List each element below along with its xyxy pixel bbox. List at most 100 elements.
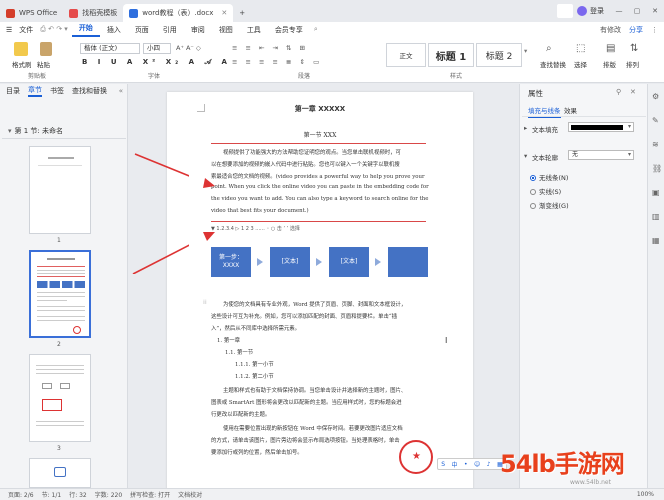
radio-label: 无线条(N): [539, 174, 569, 182]
find-icon[interactable]: ⌕: [546, 43, 552, 54]
radio-dot[interactable]: [530, 189, 536, 195]
menu-view[interactable]: 视图: [212, 25, 240, 35]
select-button[interactable]: 选择: [574, 59, 587, 69]
document-area[interactable]: 第一章 XXXXX 第一节 XXX 视频提供了功能强大的方法帮助您证明您的观点。…: [129, 84, 519, 488]
menu-file[interactable]: 文件: [12, 25, 40, 35]
quick-tools-icon[interactable]: ⎙ ↶ ↷ ▾: [40, 25, 68, 34]
menu-insert[interactable]: 插入: [100, 25, 128, 35]
expand-outline-icon[interactable]: ▾: [524, 152, 527, 160]
menu-home[interactable]: 开始: [71, 22, 100, 37]
tab-effects[interactable]: 效果: [564, 105, 577, 115]
page-thumbnail-3[interactable]: [29, 354, 91, 442]
flow-box-empty[interactable]: [388, 247, 428, 277]
annotation-arrow-heads: [203, 178, 215, 241]
list-buttons[interactable]: ≡ ≡ ⇤ ⇥ ⇅ ⊞: [232, 44, 308, 52]
add-tab-button[interactable]: +: [233, 4, 251, 22]
tab-find-replace[interactable]: 查找和替换: [72, 86, 107, 96]
flowchart[interactable]: 第一步： XXXX [文本] [文本]: [211, 247, 428, 277]
close-window-icon[interactable]: ✕: [646, 7, 664, 15]
page-thumbnail-2[interactable]: [29, 250, 91, 338]
para3-line: 主题和样式也有助于文档保持协调。当您单击设计并选择新的主题时，图片、: [223, 388, 407, 394]
find-replace-button[interactable]: 查找替换: [540, 59, 566, 69]
style-normal[interactable]: 正文: [386, 43, 426, 67]
text-outline-select[interactable]: 无 ▾: [568, 150, 634, 160]
radio-solid-line[interactable]: 实线(S): [530, 186, 561, 196]
login-button[interactable]: 登录: [577, 6, 604, 16]
layout-button[interactable]: 排版: [603, 59, 616, 69]
adjust-icon[interactable]: ≋: [652, 140, 659, 149]
format-painter-button[interactable]: 格式刷: [12, 59, 32, 69]
page-thumbnail-4[interactable]: [29, 458, 91, 488]
radio-gradient-line[interactable]: 渐变线(G): [530, 200, 569, 210]
properties-icon[interactable]: ⚙: [652, 92, 659, 101]
spell-check-toggle[interactable]: 拼写检查: 打开: [130, 490, 170, 499]
link-icon[interactable]: ⛓: [652, 164, 662, 173]
menu-review[interactable]: 审阅: [184, 25, 212, 35]
style-icon[interactable]: ✎: [652, 116, 659, 125]
menu-page[interactable]: 页面: [128, 25, 156, 35]
font-size-adjust-icon[interactable]: A⁺ A⁻ ◇: [176, 44, 201, 52]
tab-templates[interactable]: 找稻壳模板: [63, 4, 123, 22]
select-icon[interactable]: ⬚: [576, 43, 585, 54]
red-line-bottom: [211, 221, 426, 222]
share-button[interactable]: 分享: [629, 25, 643, 35]
paragraph-group-label: 段落: [298, 73, 311, 80]
ime-toolbar[interactable]: S 中 • ☺ ♪ ▦: [437, 458, 507, 470]
layout-tool-icon[interactable]: ▤: [606, 43, 615, 54]
sort-button[interactable]: 排列: [626, 59, 639, 69]
font-name-select[interactable]: 楷体 (正文): [80, 43, 140, 54]
format-painter-icon[interactable]: [14, 42, 28, 56]
zoom-level[interactable]: 100%: [637, 491, 654, 498]
menu-tools[interactable]: 工具: [240, 25, 268, 35]
chart-icon[interactable]: ▥: [652, 212, 660, 221]
tab-sections[interactable]: 章节: [28, 85, 42, 97]
page-indicator[interactable]: 页面: 2/6: [8, 490, 34, 499]
flow-box-text2[interactable]: [文本]: [329, 247, 369, 277]
tab-wps-office[interactable]: WPS Office: [0, 4, 63, 22]
more-icon[interactable]: ⋮: [651, 26, 658, 34]
align-buttons[interactable]: ≡ ≡ ≡ ≡ ≣ ⇕ ▭: [232, 58, 322, 66]
close-panel-icon[interactable]: ✕: [630, 88, 636, 96]
grid-icon[interactable]: ▦: [652, 236, 660, 245]
search-icon[interactable]: ⌕: [314, 25, 318, 34]
ime-logo-icon[interactable]: S: [441, 461, 445, 468]
word-count[interactable]: 字数: 220: [95, 490, 122, 499]
maximize-icon[interactable]: ▢: [628, 7, 646, 15]
tab-bookmarks[interactable]: 书签: [50, 86, 64, 96]
minimize-icon[interactable]: —: [610, 7, 628, 15]
flow-box-text1[interactable]: [文本]: [270, 247, 310, 277]
style-heading-1[interactable]: 标题 1: [428, 43, 474, 67]
text-fill-select[interactable]: ▾: [568, 122, 634, 132]
expand-fill-icon[interactable]: ▸: [524, 124, 527, 132]
section-item[interactable]: ▾ 第 1 节: 未命名: [8, 126, 63, 136]
drag-handle-icon[interactable]: ⁞⁞: [203, 299, 207, 306]
ime-punct-icon[interactable]: •: [464, 461, 468, 468]
image-icon[interactable]: ▣: [652, 188, 660, 197]
paste-icon[interactable]: [40, 42, 52, 56]
layout-icon[interactable]: [557, 4, 573, 18]
radio-no-line[interactable]: 无线条(N): [530, 172, 568, 182]
ime-emoji-icon[interactable]: ☺: [474, 461, 480, 468]
watermark-text: 54lb手游网: [500, 450, 625, 478]
close-tab-icon[interactable]: ✕: [221, 9, 227, 17]
ime-mode-icon[interactable]: 中: [452, 460, 458, 469]
radio-dot[interactable]: [530, 175, 536, 181]
styles-more-icon[interactable]: ▾: [524, 47, 527, 55]
doc-proofread[interactable]: 文档校对: [178, 490, 202, 499]
collapse-panel-icon[interactable]: «: [119, 87, 123, 95]
pin-icon[interactable]: ⚲: [616, 88, 621, 96]
style-heading-2[interactable]: 标题 2: [476, 43, 522, 67]
radio-dot[interactable]: [530, 203, 536, 209]
tab-toc[interactable]: 目录: [6, 86, 20, 96]
page-thumbnail-1[interactable]: [29, 146, 91, 234]
radio-label: 实线(S): [539, 188, 562, 196]
paste-button[interactable]: 粘贴: [37, 59, 50, 69]
menu-member[interactable]: 会员专享: [268, 25, 310, 35]
ime-mic-icon[interactable]: ♪: [487, 461, 491, 468]
menu-references[interactable]: 引用: [156, 25, 184, 35]
para2-line: 为使您的文档具有专业外观，Word 提供了页眉、页脚、封面和文本框设计，: [223, 302, 407, 308]
font-style-buttons[interactable]: B I U A X² X₂ A 𝒜 A: [82, 58, 231, 67]
font-size-select[interactable]: 小四: [143, 43, 171, 54]
tab-document[interactable]: word教程（表）.docx ✕: [123, 4, 234, 22]
sort-icon[interactable]: ⇅: [630, 43, 638, 54]
